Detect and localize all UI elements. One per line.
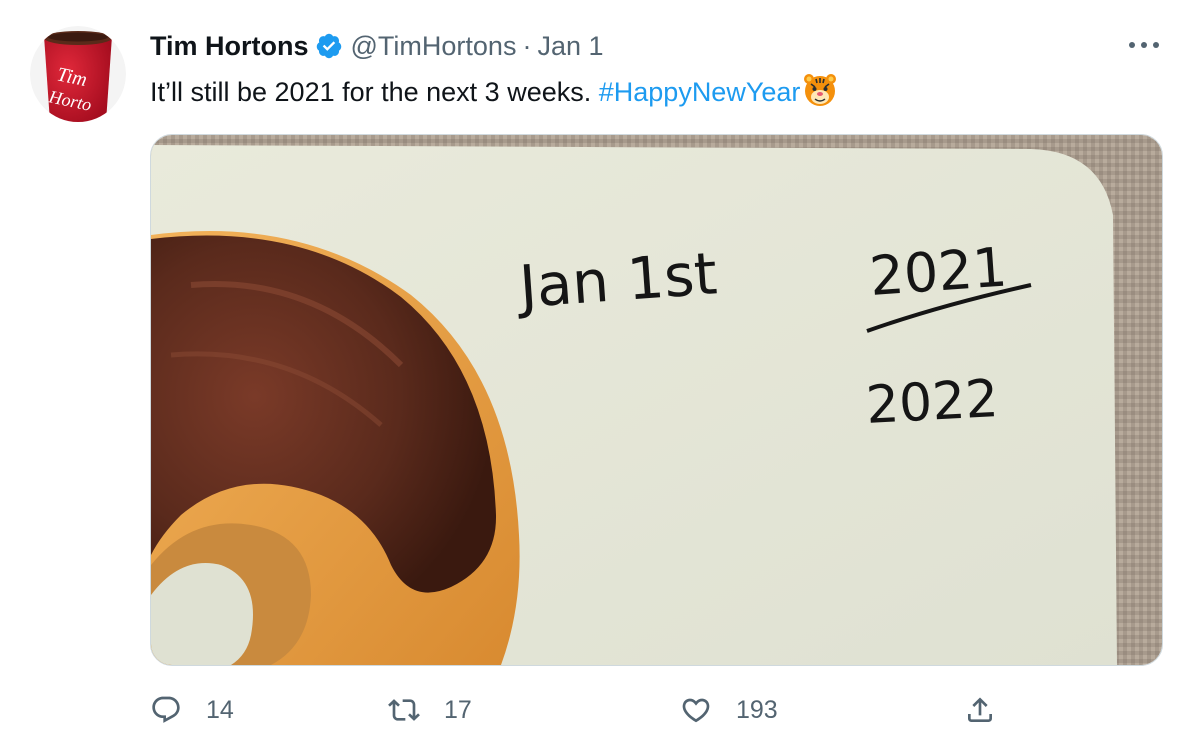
author-handle[interactable]: @TimHortons [351,31,517,62]
retweet-icon [388,699,420,721]
tiger-face-emoji-icon [804,74,837,106]
separator-dot: · [522,30,532,61]
reply-button[interactable]: 14 [150,688,234,732]
more-options-button[interactable] [1124,30,1164,60]
tweet: Tim Horto Tim Hortons @TimHortons · Jan … [0,0,1196,754]
share-button[interactable] [964,688,996,732]
tweet-header: Tim Hortons @TimHortons · Jan 1 [150,28,604,64]
note-text-jan-1st: Jan 1st [514,239,719,321]
verified-badge-icon [316,33,341,59]
hashtag-link[interactable]: #HappyNewYear [599,77,801,107]
like-button[interactable]: 193 [680,688,778,732]
tweet-date[interactable]: Jan 1 [537,31,603,62]
tweet-actions-bar: 14 17 193 [150,688,1030,732]
like-count: 193 [736,695,778,724]
tweet-text-main: It’ll still be 2021 for the next 3 weeks… [150,77,592,107]
reply-icon [152,696,180,723]
donut-and-note-photo: Jan 1st 2021 2022 [151,135,1162,665]
heart-icon [682,698,710,723]
author-name[interactable]: Tim Hortons [150,31,309,62]
retweet-button[interactable]: 17 [388,688,472,732]
note-text-new-year: 2022 [865,369,1000,436]
share-icon [968,697,992,722]
retweet-count: 17 [444,695,472,724]
more-horizontal-icon [1129,42,1159,48]
avatar[interactable]: Tim Horto [30,26,126,122]
tweet-media-photo[interactable]: Jan 1st 2021 2022 [150,134,1163,666]
tim-hortons-cup-logo: Tim Horto [30,26,126,122]
reply-count: 14 [206,695,234,724]
tweet-text: It’ll still be 2021 for the next 3 weeks… [150,72,838,111]
